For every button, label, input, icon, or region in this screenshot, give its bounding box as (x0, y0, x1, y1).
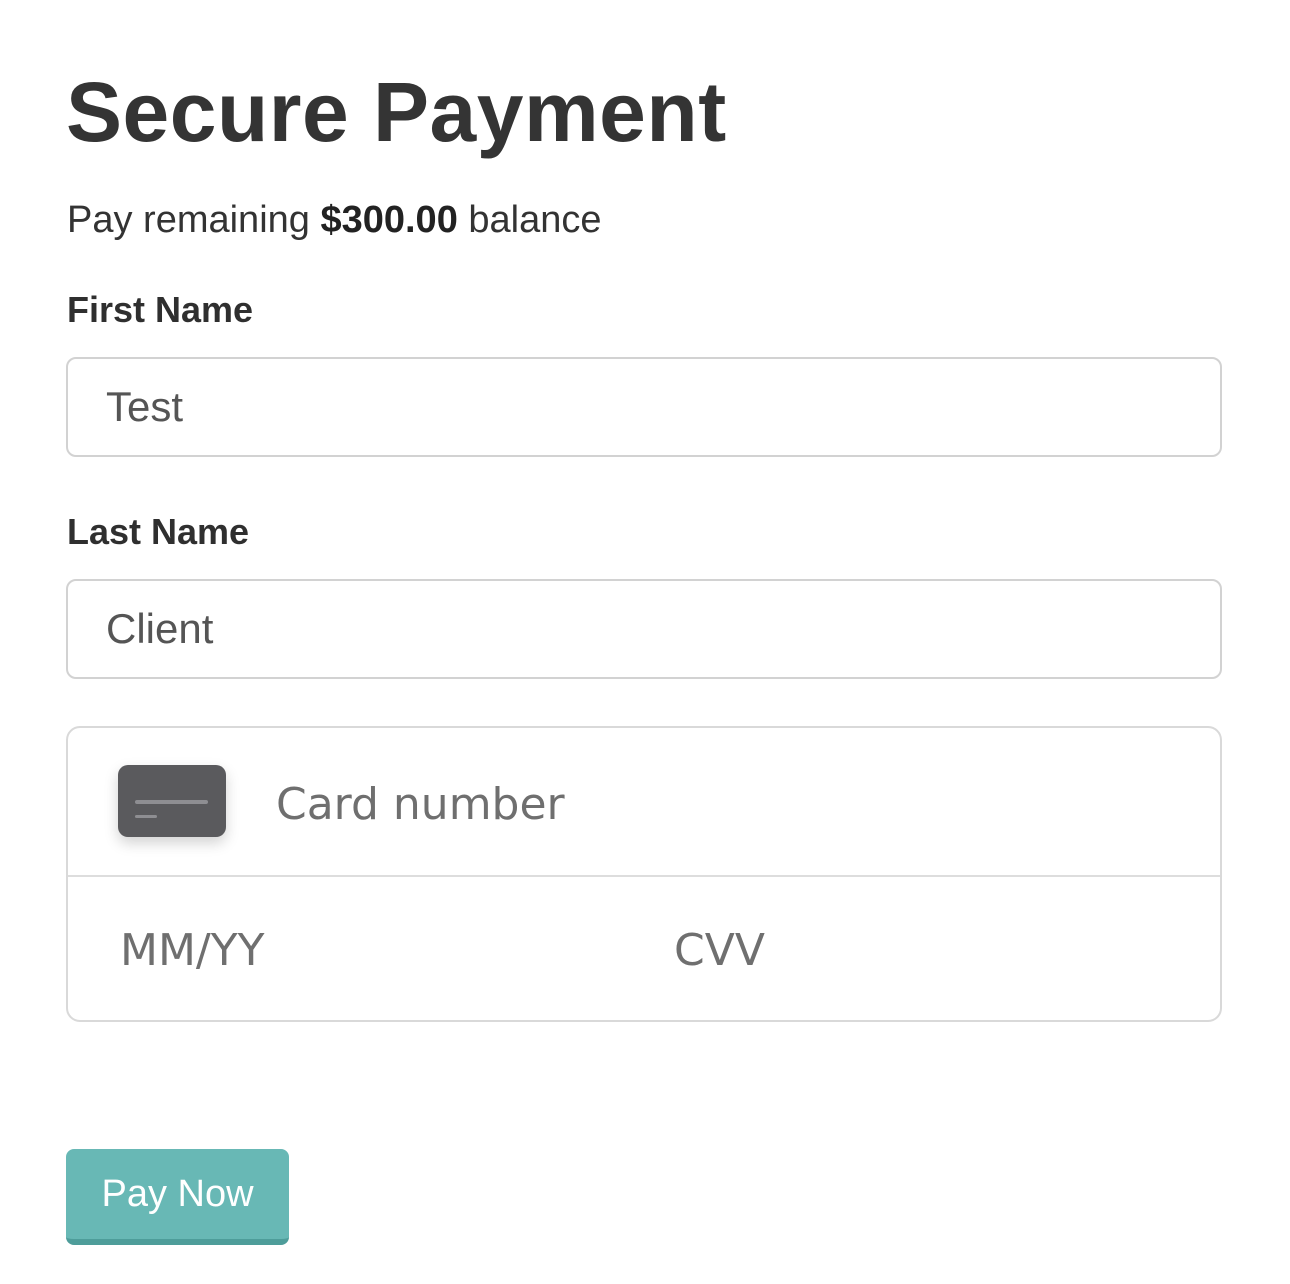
card-number-input[interactable] (274, 768, 1178, 840)
balance-prefix: Pay remaining (67, 199, 321, 241)
credit-card-icon (118, 765, 226, 837)
card-number-row (68, 728, 1220, 877)
balance-suffix: balance (457, 199, 602, 241)
last-name-label: Last Name (67, 511, 250, 552)
pay-now-button[interactable]: Pay Now (66, 1149, 289, 1245)
card-stripe (135, 800, 208, 804)
balance-summary: Pay remaining $300.00 balance (67, 196, 602, 244)
card-stripe-short (135, 815, 157, 818)
payment-page: Secure Payment Pay remaining $300.00 bal… (0, 0, 1290, 1284)
first-name-input[interactable] (66, 357, 1222, 457)
balance-amount: $300.00 (320, 199, 458, 241)
expiry-date-input[interactable] (118, 914, 602, 986)
cvv-input[interactable] (672, 914, 1156, 986)
card-details-box (66, 726, 1222, 1022)
page-title: Secure Payment (66, 65, 727, 159)
first-name-label: First Name (67, 289, 254, 330)
last-name-input[interactable] (66, 579, 1222, 679)
